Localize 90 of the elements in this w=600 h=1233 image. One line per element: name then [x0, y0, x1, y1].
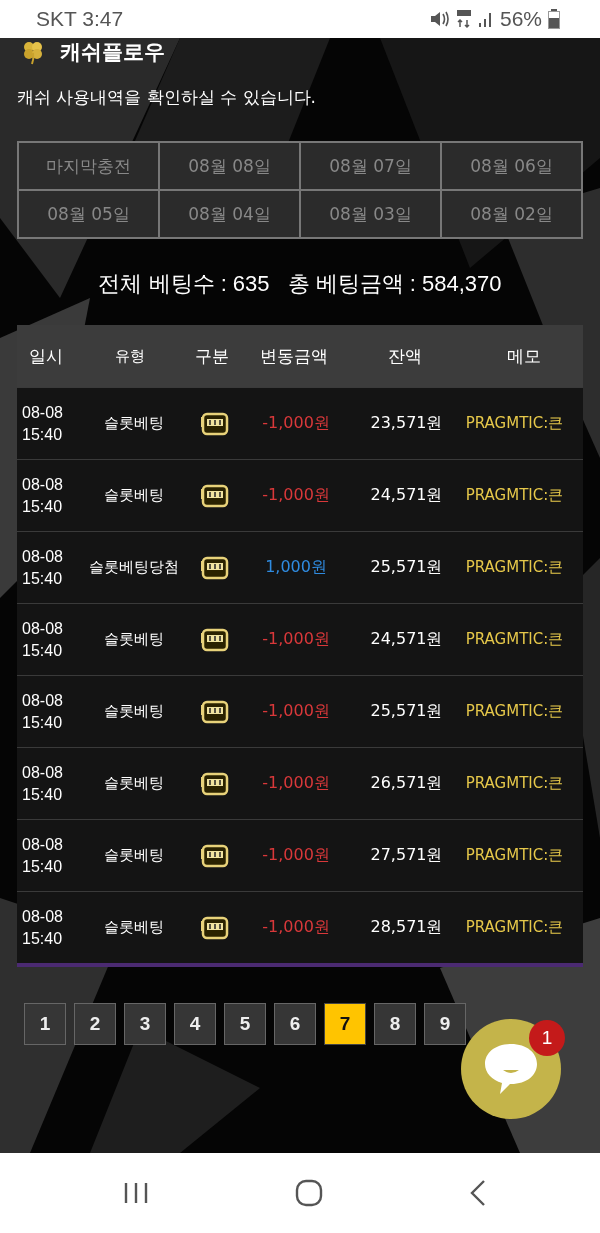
date-tab[interactable]: 08월 05일 — [18, 190, 159, 238]
column-header: 잔액 — [386, 344, 423, 368]
date-cell-text: 08-08 — [22, 546, 63, 567]
balance-cell-text: 26,571원 — [369, 773, 444, 794]
type-cell-text: 슬롯베팅 — [103, 414, 166, 433]
balance-cell-text: 27,571원 — [369, 845, 444, 866]
type-cell-text: 슬롯베팅 — [103, 630, 166, 649]
amount-cell-text: -1,000원 — [261, 773, 331, 794]
date-cell-text: 08-08 — [22, 762, 63, 783]
page-button[interactable]: 7 — [324, 1003, 366, 1045]
date-tab[interactable]: 08월 08일 — [159, 142, 300, 190]
memo-cell-text: PRAGMTIC:큰 — [464, 918, 565, 937]
type-cell-text: 슬롯베팅 — [103, 486, 166, 505]
slot-machine-icon — [200, 842, 231, 869]
date-tab[interactable]: 08월 07일 — [300, 142, 441, 190]
slot-machine-icon — [200, 698, 231, 725]
page-button[interactable]: 2 — [74, 1003, 116, 1045]
column-header: 구분 — [193, 344, 230, 368]
page-subtitle: 캐쉬 사용내역을 확인하실 수 있습니다. — [17, 86, 318, 109]
amount-cell-text: -1,000원 — [261, 485, 331, 506]
amount-cell-text: -1,000원 — [261, 845, 331, 866]
memo-cell-text: PRAGMTIC:큰 — [464, 630, 565, 649]
balance-cell-text: 25,571원 — [369, 557, 444, 578]
column-header: 일시 — [27, 344, 64, 368]
back-icon[interactable] — [469, 1179, 487, 1207]
type-cell-text: 슬롯베팅당첨 — [88, 558, 181, 577]
time-cell-text: 15:40 — [22, 784, 63, 805]
page-title: 캐쉬플로우 — [60, 39, 165, 66]
date-tab[interactable]: 08월 03일 — [300, 190, 441, 238]
page-button[interactable]: 1 — [24, 1003, 66, 1045]
page-button[interactable]: 8 — [374, 1003, 416, 1045]
date-cell-text: 08-08 — [22, 834, 63, 855]
memo-cell-text: PRAGMTIC:큰 — [464, 558, 565, 577]
time-cell-text: 15:40 — [22, 856, 63, 877]
memo-cell-text: PRAGMTIC:큰 — [464, 414, 565, 433]
date-tab[interactable]: 08월 04일 — [159, 190, 300, 238]
memo-cell-text: PRAGMTIC:큰 — [464, 774, 565, 793]
memo-cell-text: PRAGMTIC:큰 — [464, 846, 565, 865]
memo-cell-text: PRAGMTIC:큰 — [464, 702, 565, 721]
amount-cell-text: 1,000원 — [264, 557, 328, 578]
date-cell-text: 08-08 — [22, 402, 63, 423]
balance-cell-text: 24,571원 — [369, 485, 444, 506]
amount-cell-text: -1,000원 — [261, 413, 331, 434]
time-cell-text: 15:40 — [22, 712, 63, 733]
time-cell-text: 15:40 — [22, 496, 63, 517]
slot-machine-icon — [200, 770, 231, 797]
slot-machine-icon — [200, 626, 231, 653]
home-icon[interactable] — [295, 1179, 323, 1207]
signal-icon — [477, 10, 494, 28]
date-cell-text: 08-08 — [22, 474, 63, 495]
page-button[interactable]: 3 — [124, 1003, 166, 1045]
slot-machine-icon — [200, 410, 231, 437]
column-header: 변동금액 — [258, 344, 329, 368]
time-cell-text: 15:40 — [22, 640, 63, 661]
page-button[interactable]: 9 — [424, 1003, 466, 1045]
column-header: 유형 — [114, 346, 147, 366]
memo-cell-text: PRAGMTIC:큰 — [464, 486, 565, 505]
time-cell-text: 15:40 — [22, 928, 63, 949]
date-cell-text: 08-08 — [22, 618, 63, 639]
time-cell-text: 15:40 — [22, 424, 63, 445]
slot-machine-icon — [200, 554, 231, 581]
battery-icon — [548, 9, 560, 29]
type-cell-text: 슬롯베팅 — [103, 774, 166, 793]
time-cell-text: 15:40 — [22, 568, 63, 589]
date-cell-text: 08-08 — [22, 906, 63, 927]
date-tab[interactable]: 마지막충전 — [18, 142, 159, 190]
slot-machine-icon — [200, 914, 231, 941]
balance-cell-text: 25,571원 — [369, 701, 444, 722]
amount-cell-text: -1,000원 — [261, 629, 331, 650]
battery-percent: 56% — [499, 7, 542, 31]
page-button[interactable]: 4 — [174, 1003, 216, 1045]
balance-cell-text: 24,571원 — [369, 629, 444, 650]
amount-cell-text: -1,000원 — [261, 701, 331, 722]
page-button[interactable]: 6 — [274, 1003, 316, 1045]
type-cell-text: 슬롯베팅 — [103, 702, 166, 721]
page-button[interactable]: 5 — [224, 1003, 266, 1045]
date-cell-text: 08-08 — [22, 690, 63, 711]
slot-machine-icon — [200, 482, 231, 509]
carrier-time: SKT 3:47 — [36, 7, 124, 31]
balance-cell-text: 28,571원 — [369, 917, 444, 938]
bet-total: 총 베팅금액 : 584,370 — [287, 270, 502, 298]
column-header: 메모 — [505, 344, 542, 368]
recent-apps-icon[interactable] — [123, 1181, 149, 1205]
date-tab[interactable]: 08월 02일 — [441, 190, 582, 238]
amount-cell-text: -1,000원 — [261, 917, 331, 938]
type-cell-text: 슬롯베팅 — [103, 918, 166, 937]
balance-cell-text: 23,571원 — [369, 413, 444, 434]
type-cell-text: 슬롯베팅 — [103, 846, 166, 865]
date-tab[interactable]: 08월 06일 — [441, 142, 582, 190]
bet-count: 전체 베팅수 : 635 — [98, 270, 270, 298]
